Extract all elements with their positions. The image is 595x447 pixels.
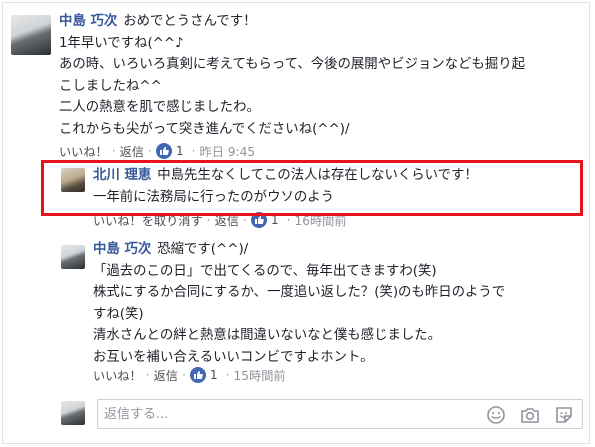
avatar[interactable] [61,401,85,425]
reply-box[interactable] [97,399,583,429]
comment-actions: いいね！ · 返信 · 1 · 昨日 9:45 [59,142,255,160]
comment-text-line: これからも尖がって突き進んでくださいね(^^)/ [59,121,350,137]
timestamp[interactable]: 15時間前 [234,366,286,384]
comment-text-line: 恐縮です(^^)/ [157,242,249,257]
sticker-icon[interactable] [554,405,574,425]
separator: · [191,144,196,158]
highlight-box [41,160,583,216]
comment: 中島 巧次 おめでとうさんです！ 1年早いですね(^^♪ あの時、いろいろ真剣に考… [59,11,525,141]
separator: · [145,368,150,382]
comment-text-line: あの時、いろいろ真剣に考えてもらって、今後の展開やビジョンなども掘り起 [59,57,525,73]
comment-author[interactable]: 中島 巧次 [93,242,151,257]
comment-text-line: 1年早いですね(^^♪ [59,35,184,51]
like-thumb-icon[interactable] [189,367,206,383]
separator: · [148,144,152,158]
comment: 中島 巧次 恐縮です(^^)/ 「過去のこの日」で出てくるので、毎年出てきますわ(… [93,239,505,369]
avatar[interactable] [11,15,51,55]
avatar[interactable] [61,245,85,269]
like-count[interactable]: 1 [176,144,184,158]
comment-thread: 中島 巧次 おめでとうさんです！ 1年早いですね(^^♪ あの時、いろいろ真剣に考… [2,2,590,444]
timestamp[interactable]: 昨日 9:45 [200,142,256,160]
comment-text-line: 「過去のこの日」で出てくるので、毎年出てきますわ(笑) [93,263,437,279]
separator: · [111,144,116,158]
comment-text-line: 株式にするか合同にするか、一度追い返した？(笑)のも昨日のようで [93,285,506,301]
separator: · [182,368,186,382]
comment-text-line: こしましたね^^ [59,78,162,94]
camera-icon[interactable] [520,405,540,425]
reply-box-icons [486,405,574,425]
emoji-icon[interactable] [486,405,506,425]
reply-input[interactable] [98,400,458,428]
comment-text-line: おめでとうさんです！ [123,14,257,29]
comment-text-line: すね(笑) [93,306,144,322]
like-link[interactable]: いいね！ [59,142,108,160]
like-count[interactable]: 1 [210,368,218,382]
like-link[interactable]: いいね！ [93,366,142,384]
comment-author[interactable]: 中島 巧次 [59,14,117,29]
comment-text-line: 二人の熱意を肌で感じましたわ。 [59,100,260,116]
comment-actions: いいね！ · 返信 · 1 · 15時間前 [93,366,286,384]
like-thumb-icon[interactable] [155,143,172,159]
comment-text-line: 清水さんとの絆と熱意は間違いないなと僕も感じました。 [93,328,442,344]
separator: · [225,368,230,382]
reply-link[interactable]: 返信 [120,142,144,160]
reply-link[interactable]: 返信 [154,366,178,384]
